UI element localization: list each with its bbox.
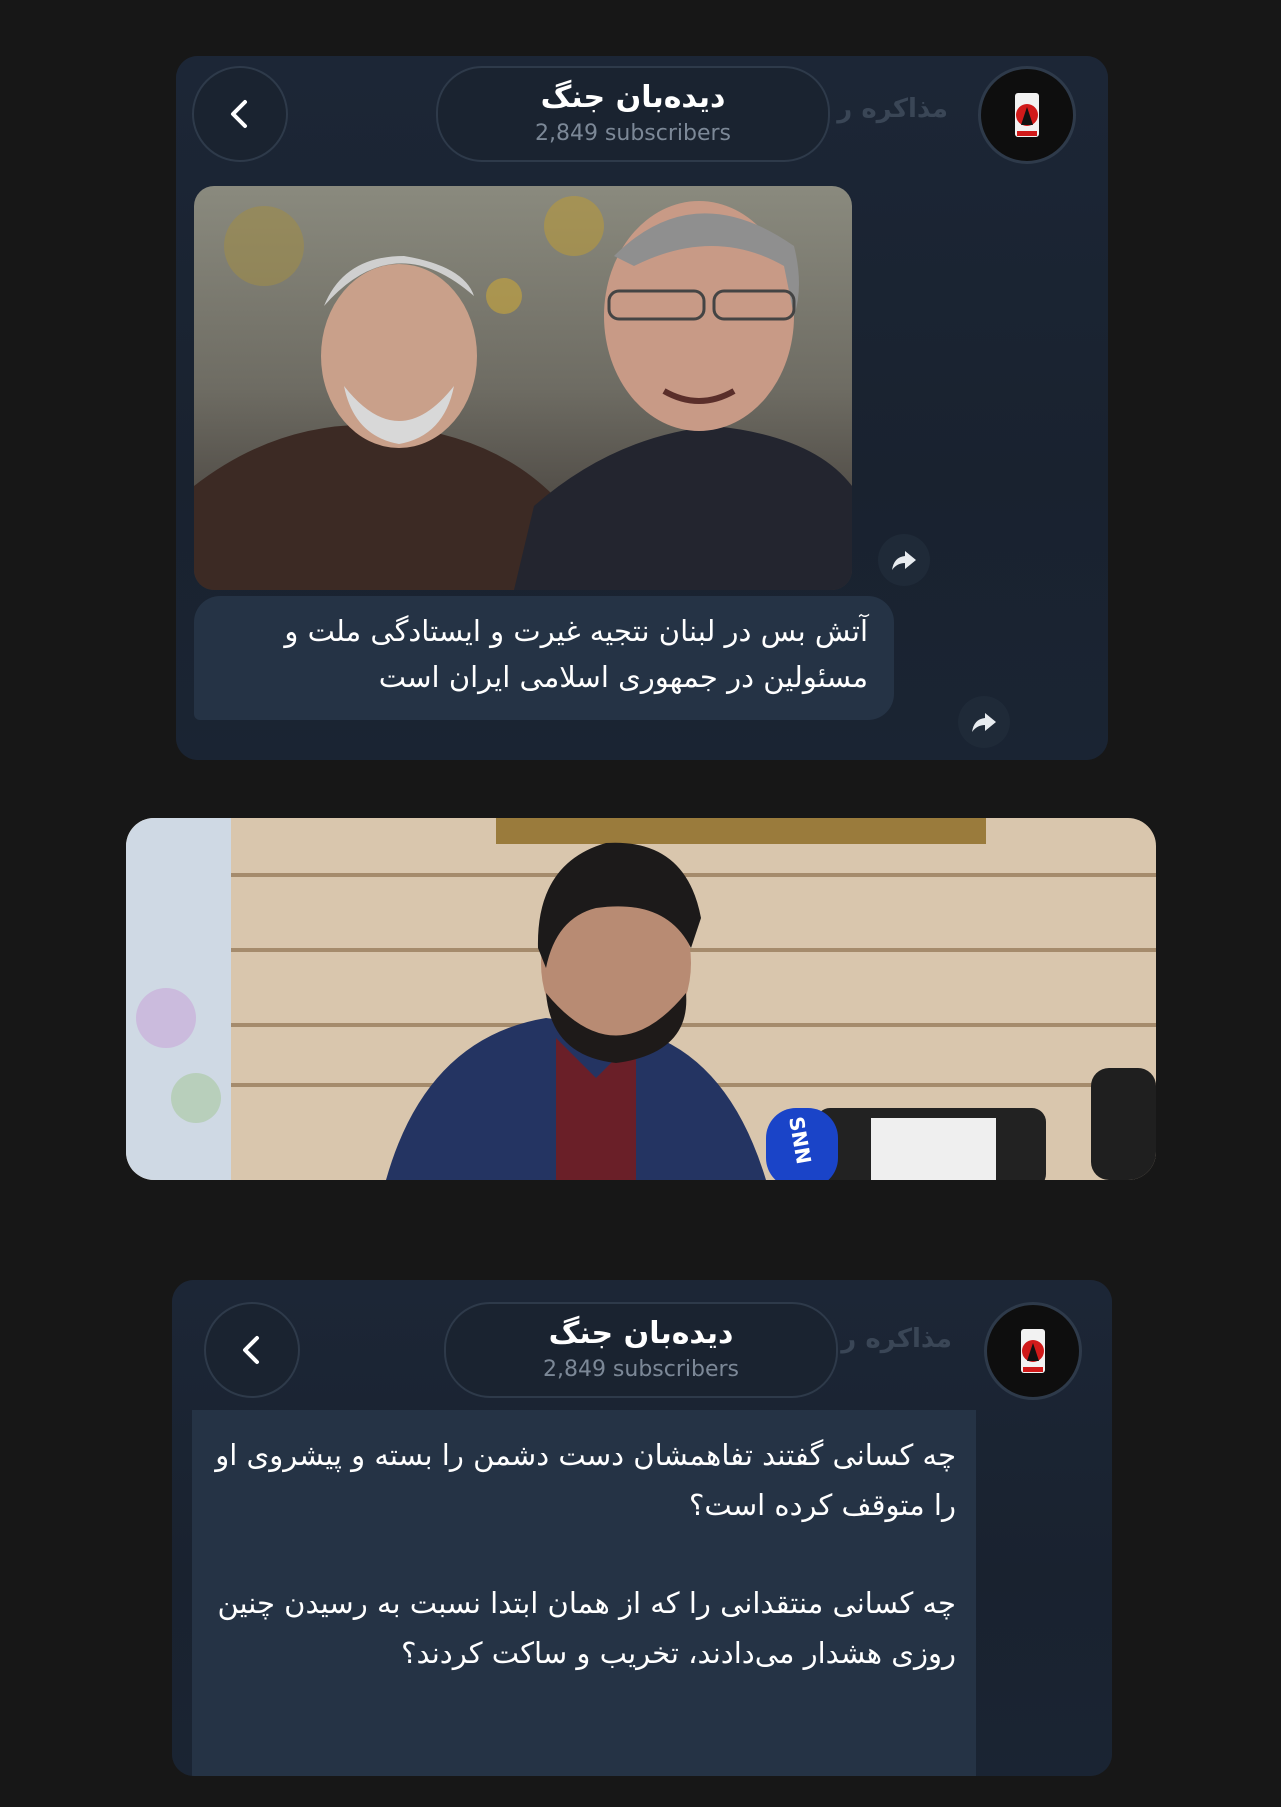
channel-name: دیده‌بان جنگ — [540, 80, 726, 115]
telegram-post-screenshot-2: مذاکره ر دیده‌بان جنگ 2,849 subscribers … — [172, 1280, 1112, 1776]
share-arrow-icon — [892, 551, 916, 570]
message-bubble[interactable]: آتش بس در لبنان نتجیه غیرت و ایستادگی مل… — [194, 596, 894, 720]
message-text: آتش بس در لبنان نتجیه غیرت و ایستادگی مل… — [284, 614, 868, 694]
share-button[interactable] — [878, 534, 930, 586]
channel-name: دیده‌بان جنگ — [548, 1316, 734, 1351]
share-arrow-icon — [972, 713, 996, 732]
message-paragraph-1: چه کسانی گفتند تفاهمشان دست دشمن را بسته… — [215, 1438, 956, 1522]
faded-background-text: مذاکره ر — [837, 94, 948, 124]
faded-background-text: مذاکره ر — [841, 1324, 952, 1354]
telegram-post-screenshot-1: مذاکره ر دیده‌بان جنگ 2,849 subscribers — [176, 56, 1108, 760]
share-button[interactable] — [958, 696, 1010, 748]
channel-header[interactable]: دیده‌بان جنگ 2,849 subscribers — [436, 66, 830, 162]
chevron-left-icon — [231, 100, 247, 128]
post-photo-two-men[interactable] — [194, 186, 852, 590]
subscriber-count: 2,849 subscribers — [542, 1357, 740, 1382]
channel-avatar[interactable] — [978, 66, 1076, 164]
message-bubble[interactable]: چه کسانی گفتند تفاهمشان دست دشمن را بسته… — [192, 1410, 976, 1776]
subscriber-count: 2,849 subscribers — [534, 121, 732, 146]
message-paragraph-2: چه کسانی منتقدانی را که از همان ابتدا نس… — [217, 1586, 956, 1670]
channel-header[interactable]: دیده‌بان جنگ 2,849 subscribers — [444, 1302, 838, 1398]
chevron-left-icon — [243, 1336, 259, 1364]
back-button[interactable] — [192, 66, 288, 162]
channel-logo-icon — [1021, 1329, 1045, 1373]
back-button[interactable] — [204, 1302, 300, 1398]
channel-logo-icon — [1015, 93, 1039, 137]
channel-avatar[interactable] — [984, 1302, 1082, 1400]
news-photo-man-with-microphone: SNN — [126, 818, 1156, 1180]
